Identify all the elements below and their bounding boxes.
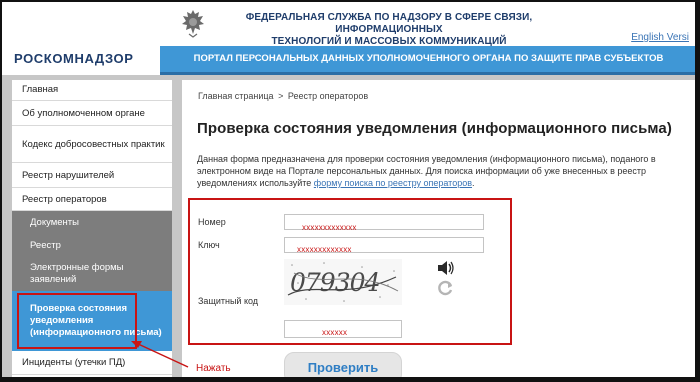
breadcrumb-current[interactable]: Реестр операторов bbox=[288, 91, 368, 101]
emblem-icon bbox=[182, 10, 204, 38]
refresh-icon[interactable] bbox=[438, 280, 454, 296]
agency-line-1: ФЕДЕРАЛЬНАЯ СЛУЖБА ПО НАДЗОРУ В СФЕРЕ СВ… bbox=[245, 12, 533, 35]
sidebar-item-home[interactable]: Главная bbox=[12, 80, 172, 101]
sidebar-item-documents[interactable]: Документы bbox=[12, 211, 172, 234]
captcha-image: 079304 bbox=[284, 259, 402, 305]
breadcrumb-separator: > bbox=[278, 91, 284, 101]
key-value: xxxxxxxxxxxxx bbox=[297, 245, 352, 254]
sidebar-item-label: Документы bbox=[30, 216, 79, 228]
sidebar-item-incidents[interactable]: Инциденты (утечки ПД) bbox=[12, 351, 172, 375]
key-label: Ключ bbox=[198, 240, 220, 250]
captcha-value: xxxxxx bbox=[322, 328, 348, 337]
breadcrumb-home[interactable]: Главная страница bbox=[198, 91, 274, 101]
sidebar-highlight-box bbox=[17, 293, 137, 349]
portal-banner: ПОРТАЛ ПЕРСОНАЛЬНЫХ ДАННЫХ УПОЛНОМОЧЕННО… bbox=[160, 46, 695, 90]
sidebar-item-code[interactable]: Кодекс добросовестных практик bbox=[12, 127, 172, 163]
sidebar-item-label: Реестр bbox=[30, 239, 61, 251]
site-logo[interactable]: РОСКОМНАДЗОР bbox=[14, 51, 134, 66]
agency-name: ФЕДЕРАЛЬНАЯ СЛУЖБА ПО НАДЗОРУ В СФЕРЕ СВ… bbox=[224, 12, 554, 48]
registry-search-link[interactable]: форму поиска по реестру операторов bbox=[314, 178, 472, 188]
sidebar-item-about[interactable]: Об уполномоченном органе bbox=[12, 102, 172, 126]
breadcrumb: Главная страница > Реестр операторов bbox=[198, 91, 368, 101]
sidebar-item-label: Об уполномоченном органе bbox=[22, 107, 145, 119]
check-button[interactable]: Проверить bbox=[284, 352, 402, 377]
page-title: Проверка состояния уведомления (информац… bbox=[197, 120, 672, 137]
sidebar-item-label: Реестр операторов bbox=[22, 193, 107, 205]
speaker-icon[interactable] bbox=[436, 260, 456, 276]
page-description: Данная форма предназначена для проверки … bbox=[197, 153, 687, 189]
sidebar-item-operators[interactable]: Реестр операторов bbox=[12, 189, 172, 211]
sidebar-item-registry[interactable]: Реестр bbox=[12, 234, 172, 257]
number-label: Номер bbox=[198, 217, 226, 227]
sidebar-item-label: Главная bbox=[22, 84, 59, 95]
sidebar-item-eforms[interactable]: Электронные формы заявлений bbox=[12, 257, 172, 291]
main-content: Главная страница > Реестр операторов Про… bbox=[182, 80, 695, 377]
click-hint: Нажать bbox=[196, 363, 231, 374]
sidebar-item-label: Инциденты (утечки ПД) bbox=[22, 356, 126, 368]
captcha-label: Защитный код bbox=[198, 296, 259, 306]
screenshot-frame: ФЕДЕРАЛЬНАЯ СЛУЖБА ПО НАДЗОРУ В СФЕРЕ СВ… bbox=[0, 0, 700, 382]
number-value: xxxxxxxxxxxxx bbox=[302, 223, 357, 232]
sidebar-item-label: Электронные формы заявлений bbox=[30, 262, 124, 285]
captcha-text: 079304 bbox=[290, 268, 380, 297]
sidebar-item-label: Кодекс добросовестных практик bbox=[22, 138, 165, 150]
sidebar-item-violators[interactable]: Реестр нарушителей bbox=[12, 164, 172, 188]
sidebar-item-label: Реестр нарушителей bbox=[22, 169, 115, 181]
english-version-link[interactable]: English Versi bbox=[631, 32, 689, 43]
description-end: . bbox=[472, 178, 475, 188]
